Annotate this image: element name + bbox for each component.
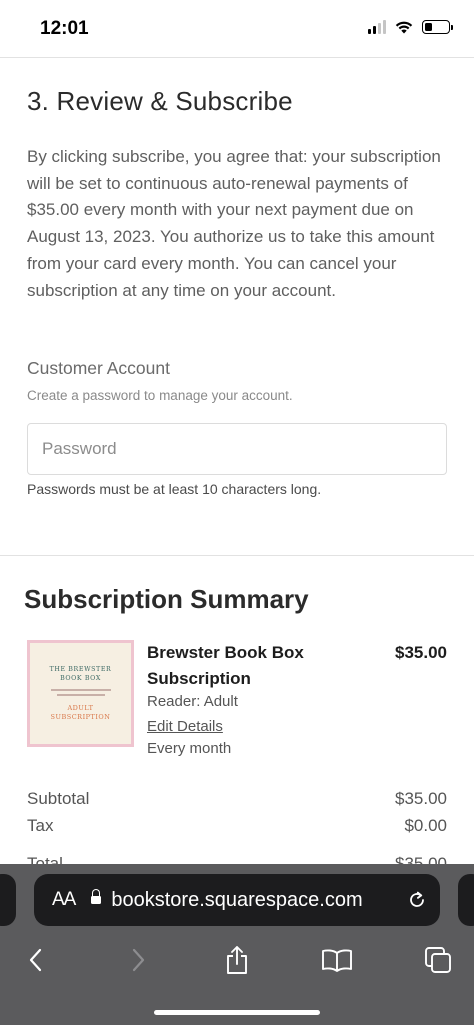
section-title: 3. Review & Subscribe [27, 86, 293, 116]
url-text[interactable]: bookstore.squarespace.com [111, 889, 362, 912]
subscription-summary: Subscription Summary THE BREWSTER BOOK B… [0, 556, 474, 873]
status-icons [368, 20, 453, 34]
browser-toolbar: AA bookstore.squarespace.com [0, 864, 474, 1025]
review-section: 3. Review & Subscribe By clicking subscr… [0, 58, 474, 556]
share-button[interactable] [217, 940, 257, 980]
product-thumbnail: THE BREWSTER BOOK BOX ADULT SUBSCRIPTION [27, 640, 134, 747]
thumbnail-fine-print [50, 689, 111, 699]
tax-label: Tax [27, 816, 54, 835]
share-icon [227, 946, 247, 974]
item-frequency: Every month [147, 740, 232, 757]
item-name: Brewster Book Box Subscription [147, 643, 304, 688]
tabs-icon [425, 947, 451, 973]
edit-details-link[interactable]: Edit Details [147, 718, 223, 735]
bookmarks-icon [322, 949, 352, 972]
forward-icon [132, 948, 145, 972]
reader-settings-button[interactable]: AA [52, 889, 76, 911]
terms-text: By clicking subscribe, you agree that: y… [27, 147, 441, 300]
item-price: $35.00 [395, 643, 447, 662]
customer-account-label: Customer Account [27, 358, 170, 378]
item-reader: Reader: Adult [147, 693, 238, 710]
back-icon [29, 948, 42, 972]
battery-icon [422, 20, 453, 34]
bookmarks-button[interactable] [317, 940, 357, 980]
subtotal-label: Subtotal [27, 789, 90, 808]
tax-value: $0.00 [404, 816, 447, 835]
thumbnail-subtitle: ADULT SUBSCRIPTION [50, 704, 111, 721]
customer-account-subtext: Create a password to manage your account… [27, 388, 293, 403]
reload-icon[interactable] [408, 891, 426, 909]
password-hint: Passwords must be at least 10 characters… [27, 481, 322, 497]
status-time: 12:01 [40, 18, 89, 39]
back-button[interactable] [16, 940, 56, 980]
thumbnail-title: THE BREWSTER BOOK BOX [49, 666, 112, 682]
signal-icon [368, 20, 386, 34]
summary-title: Subscription Summary [24, 584, 309, 614]
wifi-icon [395, 21, 413, 34]
password-input[interactable] [27, 423, 447, 475]
tabs-button[interactable] [418, 940, 458, 980]
next-tab-peek[interactable] [458, 874, 474, 926]
home-indicator [154, 1010, 320, 1015]
previous-tab-peek[interactable] [0, 874, 16, 926]
status-bar: 12:01 [0, 0, 474, 58]
subtotal-value: $35.00 [395, 789, 447, 808]
lock-icon [91, 889, 102, 906]
address-bar[interactable]: AA bookstore.squarespace.com [34, 874, 440, 926]
forward-button[interactable] [118, 940, 158, 980]
navigation-toolbar [0, 940, 474, 980]
